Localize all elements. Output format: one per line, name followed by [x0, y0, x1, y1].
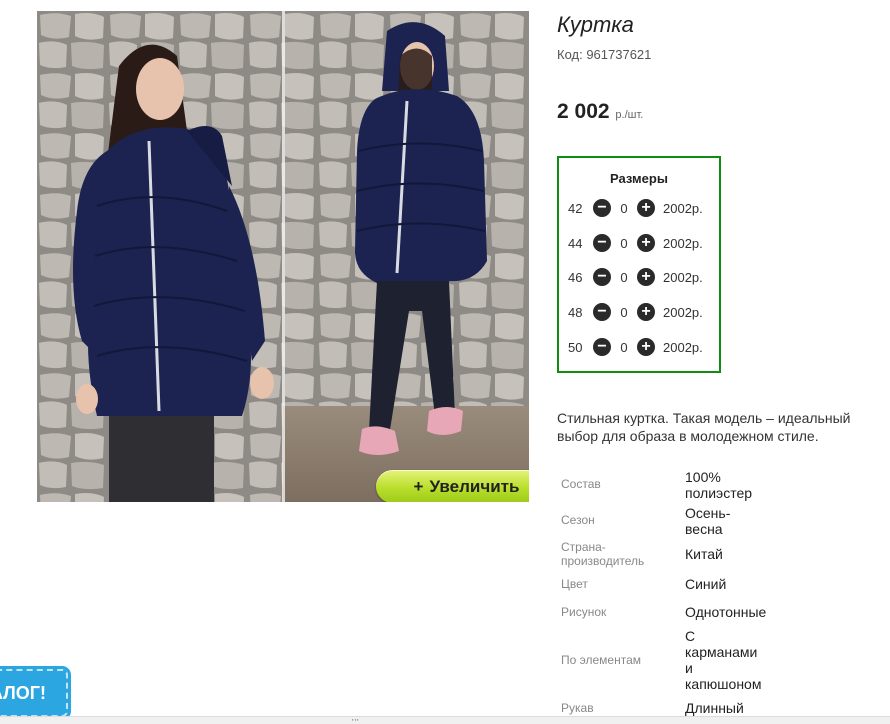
product-description: Стильная куртка. Такая модель – идеальны… [557, 410, 851, 444]
plus-circle-icon[interactable]: + [637, 199, 655, 217]
spec-label: Страна-производитель [561, 540, 645, 568]
product-price: 2 002 р./шт. [557, 100, 643, 124]
size-row: 50 − 0 + 2002р. [568, 337, 703, 357]
plus-circle-icon[interactable]: + [637, 338, 655, 356]
product-title: Куртка [557, 12, 634, 37]
price-unit: р./шт. [615, 109, 644, 121]
quantity-value: 0 [620, 269, 628, 285]
zoom-button[interactable]: + Увеличить [376, 470, 529, 502]
size-label: 46 [568, 269, 583, 285]
plus-circle-icon[interactable]: + [637, 268, 655, 286]
size-row: 48 − 0 + 2002р. [568, 302, 703, 322]
spec-value: Синий [685, 576, 727, 592]
spec-label: По элементам [561, 653, 642, 667]
plus-icon: + [413, 476, 424, 496]
spec-label: Цвет [561, 577, 588, 591]
spec-value: С карманами и капюшоном [685, 628, 762, 692]
spec-value: Китай [685, 546, 723, 562]
size-price: 2002р. [663, 200, 703, 216]
quantity-value: 0 [620, 304, 628, 320]
minus-circle-icon[interactable]: − [593, 303, 611, 321]
minus-circle-icon[interactable]: − [593, 338, 611, 356]
size-label: 48 [568, 304, 583, 320]
spec-value: Осень-весна [685, 505, 731, 537]
quantity-value: 0 [620, 339, 628, 355]
size-price: 2002р. [663, 339, 703, 355]
sizes-selector: Размеры 42 − 0 + 2002р. 44 − 0 + 2002р. … [557, 156, 721, 373]
plus-circle-icon[interactable]: + [637, 234, 655, 252]
plus-circle-icon[interactable]: + [637, 303, 655, 321]
size-price: 2002р. [663, 304, 703, 320]
price-value: 2 002 [557, 100, 610, 123]
horizontal-scrollbar[interactable]: ''' [0, 716, 890, 724]
size-row: 44 − 0 + 2002р. [568, 233, 703, 253]
product-code: Код: 961737621 [557, 47, 652, 62]
product-photo[interactable]: + Увеличить [37, 11, 529, 502]
minus-circle-icon[interactable]: − [593, 234, 611, 252]
size-row: 46 − 0 + 2002р. [568, 267, 703, 287]
size-row: 42 − 0 + 2002р. [568, 198, 703, 218]
spec-label: Рисунок [561, 605, 607, 619]
scrollbar-grip-icon[interactable]: ''' [352, 718, 360, 724]
minus-circle-icon[interactable]: − [593, 199, 611, 217]
spec-value: Длинный [685, 700, 744, 716]
size-label: 42 [568, 200, 583, 216]
sizes-title: Размеры [610, 171, 668, 186]
spec-value: Однотонные [685, 604, 767, 620]
spec-label: Рукав [561, 701, 594, 715]
spec-label: Состав [561, 477, 601, 491]
size-label: 44 [568, 235, 583, 251]
product-image [37, 11, 529, 502]
size-label: 50 [568, 339, 583, 355]
size-price: 2002р. [663, 235, 703, 251]
size-price: 2002р. [663, 269, 703, 285]
quantity-value: 0 [620, 200, 628, 216]
spec-label: Сезон [561, 513, 595, 527]
zoom-button-label: Увеличить [429, 476, 520, 496]
catalog-tab-button[interactable]: АЛОГ! [0, 666, 71, 720]
quantity-value: 0 [620, 235, 628, 251]
spec-value: 100% полиэстер [685, 469, 753, 501]
minus-circle-icon[interactable]: − [593, 268, 611, 286]
